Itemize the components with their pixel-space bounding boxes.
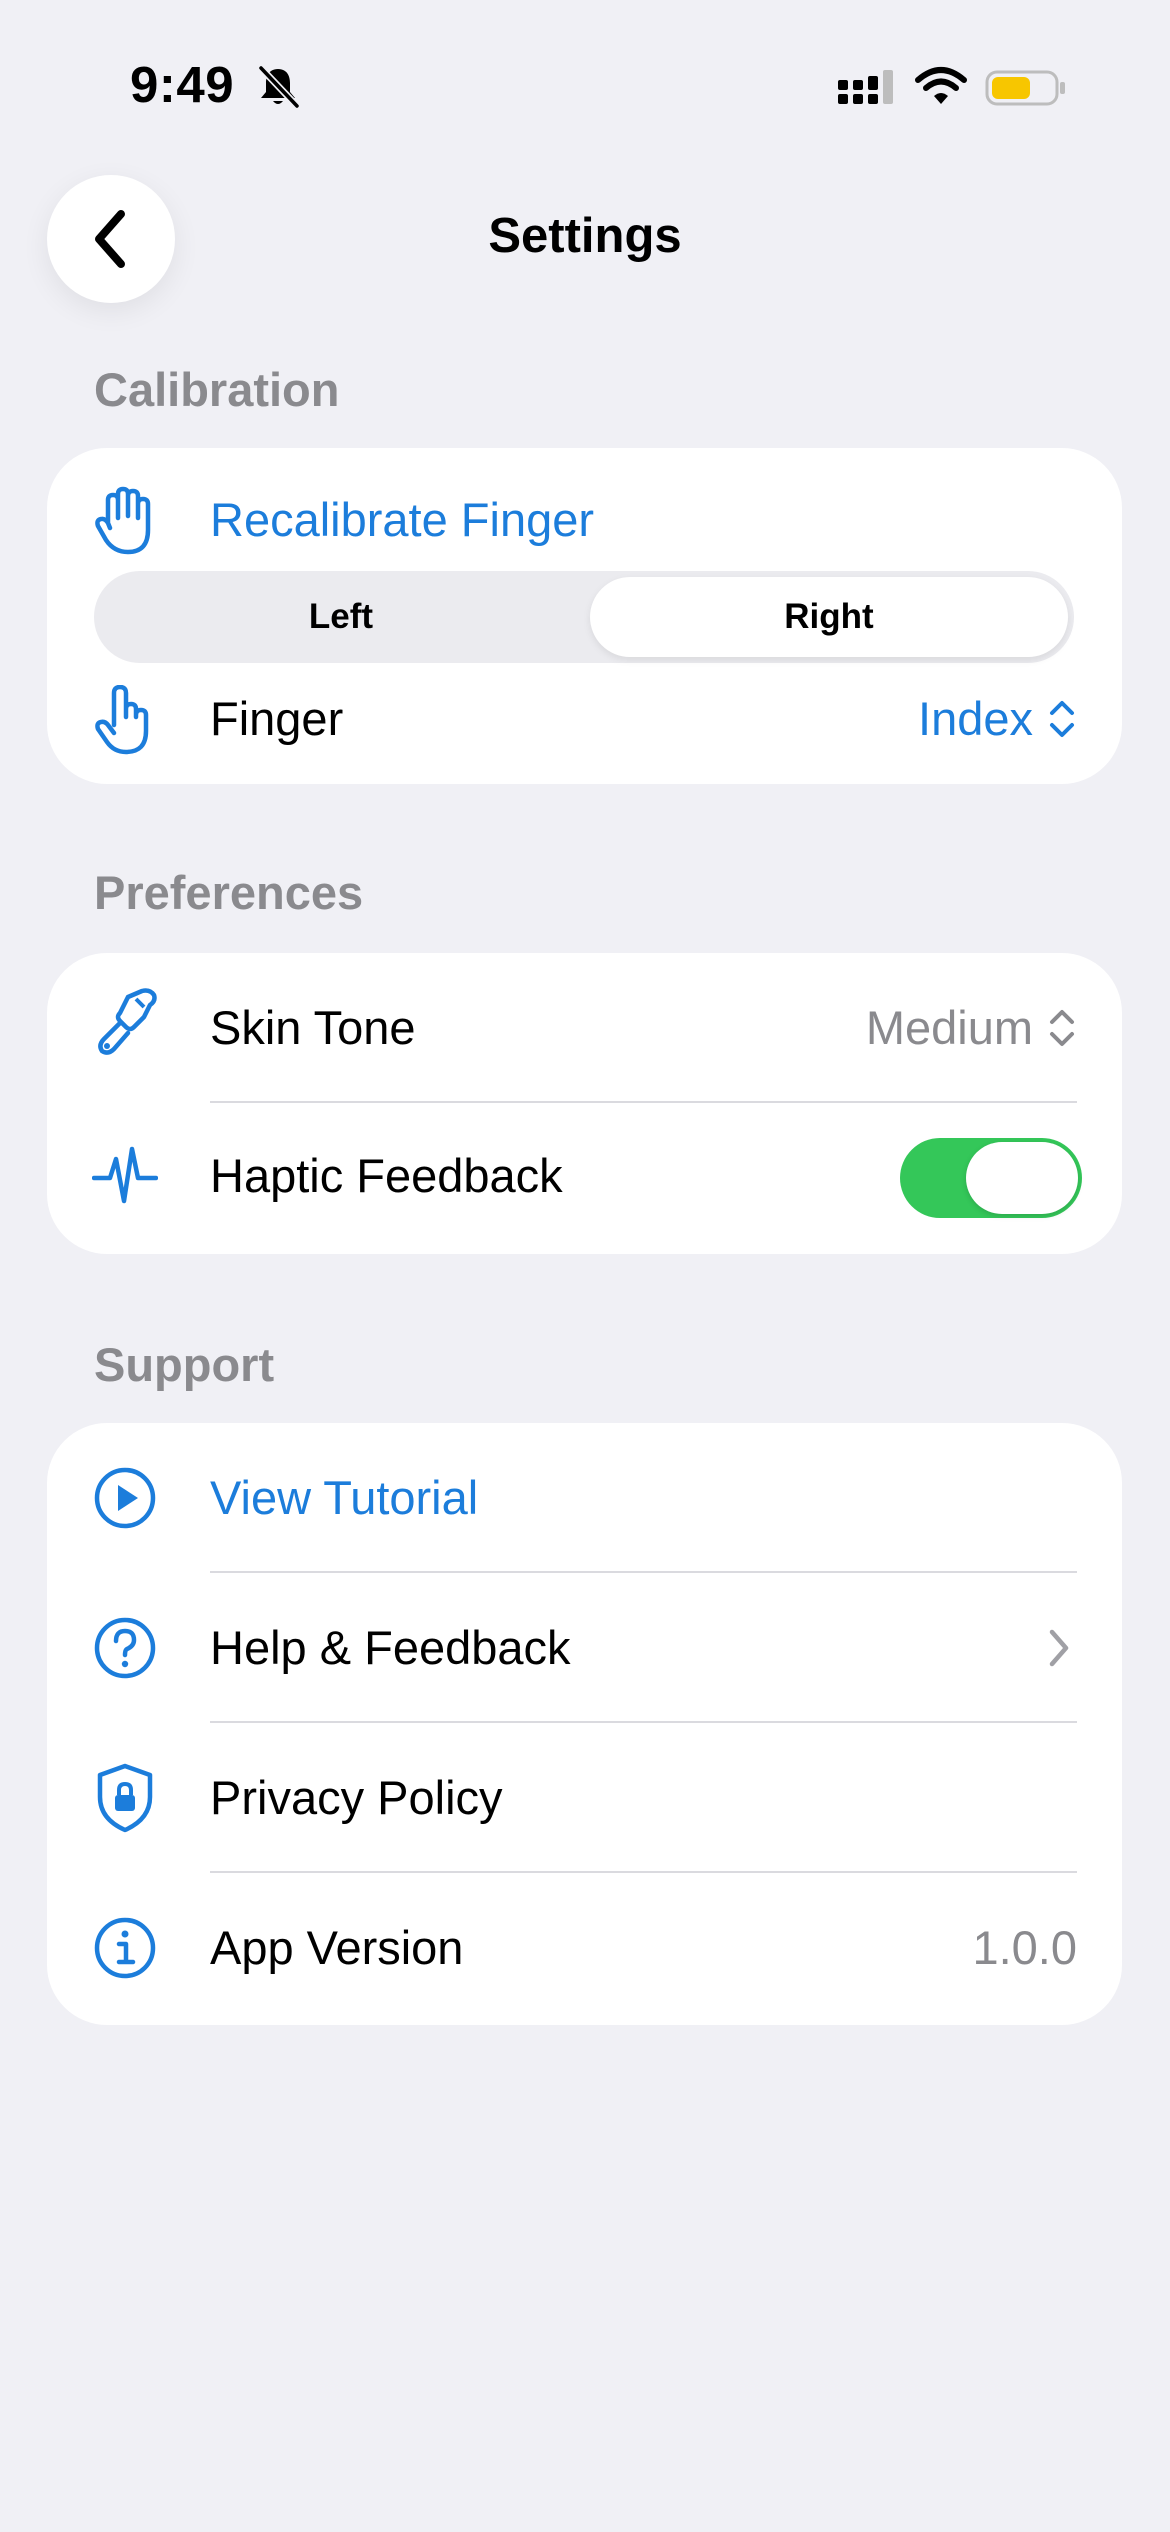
finger-value: Index xyxy=(918,692,1033,745)
view-tutorial-row[interactable]: View Tutorial xyxy=(47,1423,1122,1573)
app-version-value: 1.0.0 xyxy=(972,1921,1077,1974)
app-version-label: App Version xyxy=(210,1921,464,1974)
lock-shield-icon xyxy=(97,1763,153,1833)
section-header-preferences: Preferences xyxy=(94,866,364,919)
toggle-knob xyxy=(966,1142,1078,1214)
haptic-feedback-toggle[interactable] xyxy=(900,1138,1082,1218)
privacy-policy-row[interactable]: Privacy Policy xyxy=(47,1723,1122,1873)
skin-tone-row[interactable]: Skin Tone Medium xyxy=(47,953,1122,1103)
finger-row[interactable]: Finger Index xyxy=(47,658,1122,784)
question-circle-icon xyxy=(94,1617,156,1679)
section-header-support: Support xyxy=(94,1338,275,1391)
bell-slash-icon xyxy=(258,65,300,109)
support-card: View Tutorial Help & Feedback Privacy Po… xyxy=(47,1423,1122,2025)
play-circle-icon xyxy=(94,1467,156,1529)
haptic-feedback-row: Haptic Feedback xyxy=(47,1103,1122,1253)
skin-tone-value: Medium xyxy=(865,1001,1033,1054)
chevron-up-down-icon xyxy=(1050,1010,1074,1046)
help-feedback-row[interactable]: Help & Feedback xyxy=(47,1573,1122,1723)
status-time: 9:49 xyxy=(130,56,235,113)
section-header-calibration: Calibration xyxy=(94,363,340,416)
waveform-pulse-icon xyxy=(92,1146,158,1204)
settings-screen: 9:49 Settings Calibration Recalibrate Fi… xyxy=(0,0,1170,2532)
view-tutorial-label: View Tutorial xyxy=(210,1471,479,1524)
skin-tone-picker[interactable]: Medium xyxy=(866,1000,1077,1056)
cellular-signal-icon xyxy=(838,70,893,104)
haptic-feedback-label: Haptic Feedback xyxy=(210,1149,563,1202)
segment-left[interactable]: Left xyxy=(100,577,582,657)
info-circle-icon xyxy=(94,1917,156,1979)
hand-raised-icon xyxy=(95,486,151,555)
chevron-right-icon xyxy=(1049,1629,1069,1667)
finger-picker[interactable]: Index xyxy=(918,691,1077,747)
skin-tone-label: Skin Tone xyxy=(210,1001,416,1054)
status-bar: 9:49 xyxy=(0,0,1170,170)
chevron-up-down-icon xyxy=(1050,701,1074,737)
hand-point-up-icon xyxy=(95,685,149,755)
preferences-card: Skin Tone Medium Haptic Feedback xyxy=(47,953,1122,1254)
hand-selector: Left Right xyxy=(94,571,1074,663)
page-title: Settings xyxy=(488,209,682,263)
paintbrush-icon xyxy=(98,988,157,1055)
recalibrate-finger-label: Recalibrate Finger xyxy=(210,493,595,546)
calibration-card: Recalibrate Finger Left Right Finger Ind… xyxy=(47,448,1122,784)
recalibrate-finger-row[interactable]: Recalibrate Finger xyxy=(47,448,1122,568)
app-version-row: App Version 1.0.0 xyxy=(47,1873,1122,2023)
battery-icon xyxy=(985,70,1065,106)
help-feedback-label: Help & Feedback xyxy=(210,1621,571,1674)
segment-right[interactable]: Right xyxy=(590,577,1068,657)
privacy-policy-label: Privacy Policy xyxy=(210,1771,503,1824)
wifi-icon xyxy=(915,67,967,104)
finger-label: Finger xyxy=(210,692,344,745)
